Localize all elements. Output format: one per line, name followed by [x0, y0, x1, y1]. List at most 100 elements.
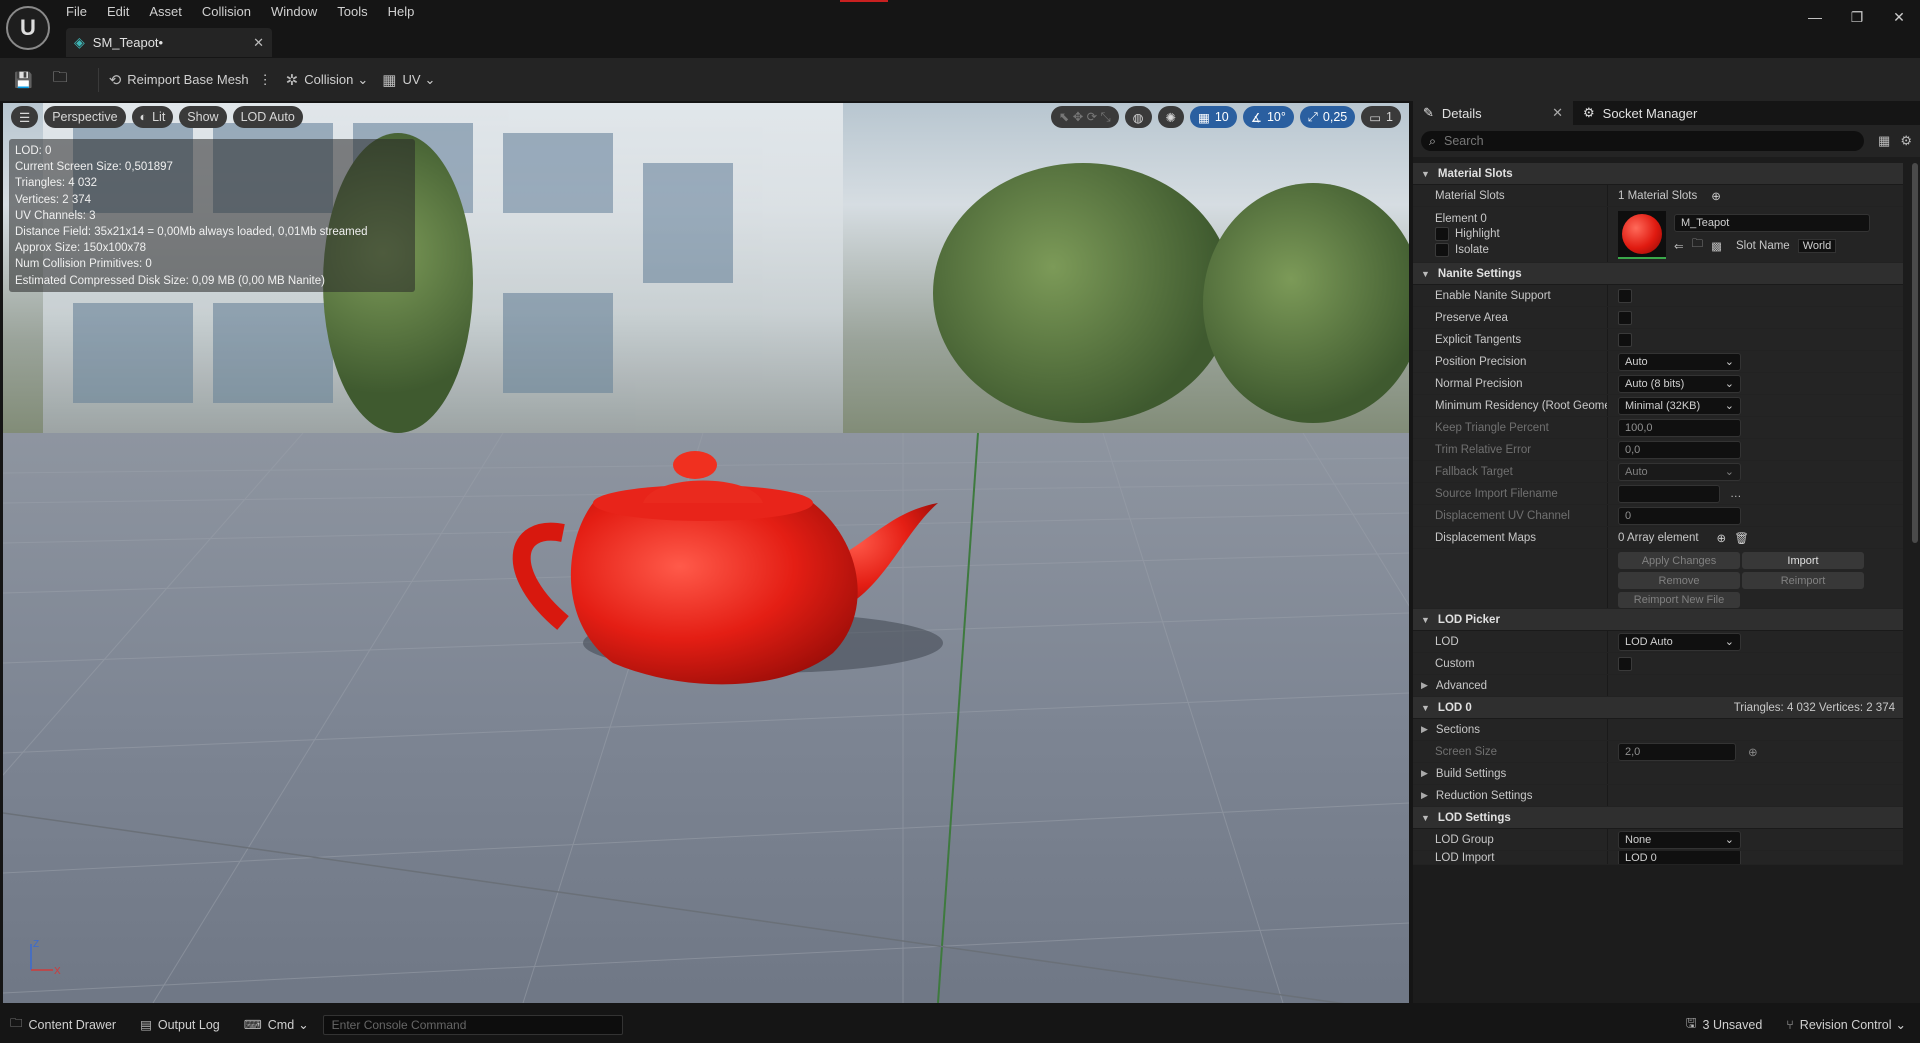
uv-dropdown[interactable]: ▦ UV ⌄ — [382, 71, 435, 89]
dropdown-value: None — [1625, 833, 1652, 846]
category-nanite[interactable]: ▼ Nanite Settings — [1413, 263, 1903, 285]
category-label: Nanite Settings — [1437, 267, 1522, 280]
menu-window[interactable]: Window — [261, 2, 327, 22]
property-row: Custom — [1413, 653, 1903, 675]
source-filename-input[interactable] — [1618, 484, 1720, 503]
remove-button[interactable]: Remove — [1618, 572, 1740, 589]
custom-lod-checkbox[interactable] — [1618, 656, 1632, 671]
menu-asset[interactable]: Asset — [139, 2, 192, 22]
min-residency-dropdown[interactable]: Minimal (32KB) ⌄ — [1618, 396, 1741, 415]
reimport-button[interactable]: ⟲ Reimport Base Mesh ⋮ — [109, 71, 272, 89]
save-icon: 💾 — [14, 71, 33, 89]
save-button[interactable]: 💾 — [14, 71, 39, 89]
screen-size-input[interactable]: 2,0 — [1618, 742, 1736, 761]
menu-file[interactable]: File — [56, 2, 97, 22]
normal-precision-dropdown[interactable]: Auto (8 bits) ⌄ — [1618, 374, 1741, 393]
close-icon[interactable]: ✕ — [1552, 105, 1563, 121]
perspective-button[interactable]: Perspective — [44, 106, 126, 128]
property-row[interactable]: ▶ Reduction Settings — [1413, 785, 1903, 807]
apply-changes-button[interactable]: Apply Changes — [1618, 552, 1740, 569]
close-tab-icon[interactable]: ✕ — [253, 35, 264, 51]
preserve-area-checkbox[interactable] — [1618, 310, 1632, 325]
add-icon[interactable]: ⊕ — [1748, 745, 1758, 759]
tab-socket-manager[interactable]: ⚙ Socket Manager — [1573, 101, 1707, 125]
ellipsis-icon[interactable]: … — [1730, 488, 1742, 500]
slot-name-input[interactable]: World — [1797, 238, 1837, 253]
browse-icon[interactable]: 🗀 — [1692, 236, 1704, 255]
unreal-logo[interactable]: U — [6, 6, 50, 50]
enable-nanite-checkbox[interactable] — [1618, 288, 1632, 303]
reimport-new-file-button[interactable]: Reimport New File — [1618, 592, 1740, 608]
world-local-toggle[interactable]: ◍ — [1124, 106, 1152, 128]
material-picker[interactable]: M_Teapot — [1674, 214, 1870, 232]
pattern-icon[interactable]: ▩ — [1711, 239, 1722, 253]
property-row[interactable]: ▶ Sections — [1413, 719, 1903, 741]
collision-dropdown[interactable]: ✲ Collision ⌄ — [286, 71, 369, 89]
use-selected-icon[interactable]: ⇐ — [1674, 239, 1684, 253]
scale-snap-button[interactable]: ⤢ 0,25 — [1299, 106, 1356, 128]
lit-button[interactable]: ◐ Lit — [131, 106, 174, 128]
lod-group-dropdown[interactable]: None ⌄ — [1618, 830, 1741, 849]
category-lod0[interactable]: ▼ LOD 0 Triangles: 4 032 Vertices: 2 374 — [1413, 697, 1903, 719]
lod-button[interactable]: LOD Auto — [232, 106, 303, 128]
show-button[interactable]: Show — [179, 106, 227, 128]
menu-tools[interactable]: Tools — [327, 2, 377, 22]
property-row[interactable]: ▶ Build Settings — [1413, 763, 1903, 785]
stat-line: Distance Field: 35x21x14 = 0,00Mb always… — [15, 226, 368, 239]
menu-help[interactable]: Help — [378, 2, 425, 22]
restore-icon[interactable]: ❐ — [1836, 0, 1878, 34]
menu-collision[interactable]: Collision — [192, 2, 261, 22]
title-bar: U File Edit Asset Collision Window Tools… — [0, 0, 1920, 58]
output-log-button[interactable]: ▤ Output Log — [140, 1017, 220, 1033]
category-lod-picker[interactable]: ▼ LOD Picker — [1413, 609, 1903, 631]
close-icon[interactable]: ✕ — [1878, 0, 1920, 34]
property-name: Custom — [1413, 653, 1608, 674]
document-tab[interactable]: ◈ SM_Teapot• ✕ — [66, 28, 272, 57]
expand-icon: ▶ — [1421, 768, 1428, 778]
import-button[interactable]: Import — [1742, 552, 1864, 569]
reimport-button[interactable]: Reimport — [1742, 572, 1864, 589]
table-view-icon[interactable]: ▦ — [1878, 133, 1890, 149]
category-material-slots[interactable]: ▼ Material Slots — [1413, 163, 1903, 185]
explicit-tangents-checkbox[interactable] — [1618, 332, 1632, 347]
trash-icon[interactable]: 🗑 — [1734, 531, 1749, 545]
position-precision-dropdown[interactable]: Auto ⌄ — [1618, 352, 1741, 371]
surface-snap-toggle[interactable]: ✺ — [1157, 106, 1185, 128]
property-row: Source Import Filename… — [1413, 483, 1903, 505]
search-input[interactable]: ⌕ Search — [1421, 131, 1865, 151]
keep-triangle-input[interactable]: 100,0 — [1618, 418, 1741, 437]
revision-control-button[interactable]: ⑂ Revision Control ⌄ — [1786, 1017, 1906, 1033]
property-row[interactable]: ▶ Advanced — [1413, 675, 1903, 697]
menu-edit[interactable]: Edit — [97, 2, 139, 22]
transform-tools[interactable]: ⬉ ✥ ⟳ ⤡ — [1050, 106, 1119, 128]
rotation-snap-button[interactable]: ∡ 10° — [1242, 106, 1294, 128]
cmd-dropdown[interactable]: ⌨ Cmd ⌄ — [244, 1017, 309, 1033]
add-icon[interactable]: ⊕ — [1717, 531, 1727, 545]
property-name: Screen Size — [1413, 741, 1608, 762]
highlight-checkbox[interactable] — [1435, 226, 1449, 241]
console-input[interactable]: Enter Console Command — [322, 1014, 623, 1035]
displacement-uv-input[interactable]: 0 — [1618, 506, 1741, 525]
browse-button[interactable]: 🗀 — [53, 67, 74, 92]
minimize-icon[interactable]: — — [1794, 0, 1836, 34]
material-thumbnail[interactable] — [1618, 210, 1666, 259]
category-lod-settings[interactable]: ▼ LOD Settings — [1413, 807, 1903, 829]
more-icon[interactable]: ⋮ — [259, 72, 272, 88]
trim-error-input[interactable]: 0,0 — [1618, 440, 1741, 459]
gear-icon[interactable]: ⚙ — [1900, 133, 1912, 149]
fallback-target-dropdown[interactable]: Auto ⌄ — [1618, 462, 1741, 481]
viewport[interactable]: LOD: 0 Current Screen Size: 0,501897 Tri… — [3, 103, 1409, 1003]
grid-snap-button[interactable]: ▦ 10 — [1190, 106, 1237, 128]
isolate-checkbox[interactable] — [1435, 242, 1449, 257]
scrollbar[interactable] — [1912, 163, 1918, 543]
viewport-menu-button[interactable]: ☰ — [11, 106, 39, 128]
add-icon[interactable]: ⊕ — [1711, 189, 1721, 203]
tab-details[interactable]: ✎ Details ✕ — [1413, 101, 1573, 125]
content-drawer-button[interactable]: 🗀 Content Drawer — [10, 1014, 116, 1035]
camera-speed-button[interactable]: ▭ 1 — [1361, 106, 1401, 128]
lod-dropdown[interactable]: LOD Auto ⌄ — [1618, 632, 1741, 651]
unsaved-button[interactable]: 🖫 3 Unsaved — [1686, 1014, 1762, 1035]
scale-icon: ⤢ — [1307, 109, 1318, 124]
collapse-icon: ▼ — [1421, 702, 1430, 713]
lod-import-dropdown[interactable]: LOD 0 — [1618, 851, 1741, 864]
